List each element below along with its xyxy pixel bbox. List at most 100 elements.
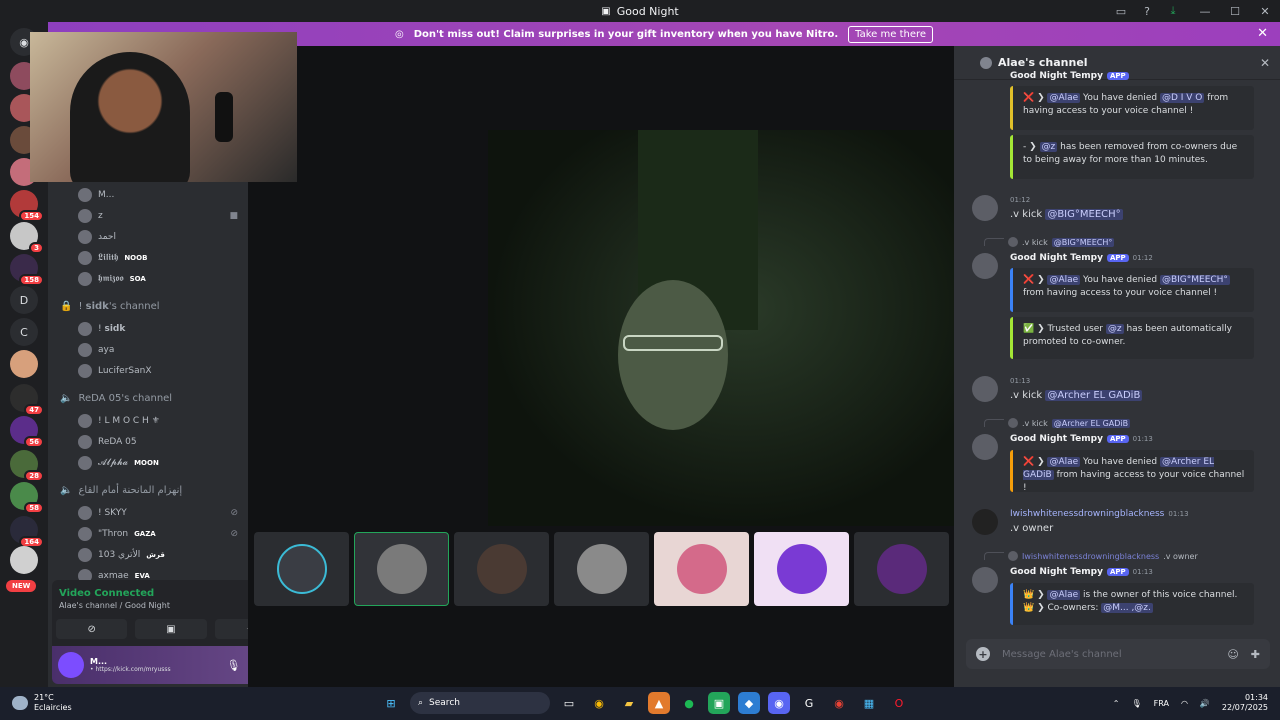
- voice-user[interactable]: ReDA 05: [78, 433, 238, 451]
- unread-badge: 154: [19, 210, 44, 222]
- volume-icon[interactable]: 🔊: [1200, 699, 1210, 708]
- message-author: Iwishwhitenessdrowningblackness 01:13: [1010, 509, 1189, 519]
- reply-preview[interactable]: Iwishwhitenessdrowningblackness .v owner: [984, 551, 1198, 561]
- windows-start-icon[interactable]: ⊞: [380, 692, 402, 714]
- server-icon-5[interactable]: 154: [10, 190, 44, 222]
- inbox-icon[interactable]: ▭: [1114, 4, 1128, 18]
- opera-icon[interactable]: O: [888, 692, 910, 714]
- participant-tile[interactable]: [254, 532, 349, 606]
- help-icon[interactable]: ?: [1140, 4, 1154, 18]
- weather-cloud-icon: [12, 696, 28, 710]
- take-me-there-button[interactable]: Take me there: [848, 25, 934, 43]
- app-badge: APP: [1106, 568, 1129, 576]
- participant-tile[interactable]: [554, 532, 649, 606]
- participant-tile[interactable]: [754, 532, 849, 606]
- unread-badge: 158: [19, 274, 44, 286]
- server-icon-14[interactable]: [10, 546, 38, 574]
- banner-close-icon[interactable]: ✕: [1257, 26, 1268, 41]
- app-icon[interactable]: ▣: [708, 692, 730, 714]
- chrome-icon[interactable]: ◉: [588, 692, 610, 714]
- server-icon-10[interactable]: 56: [10, 416, 44, 448]
- server-icon-12[interactable]: 58: [10, 482, 44, 514]
- server-letter-d[interactable]: D: [10, 286, 38, 314]
- avatar[interactable]: [972, 195, 998, 221]
- server-icon-11[interactable]: 28: [10, 450, 44, 482]
- avatar[interactable]: [972, 509, 998, 535]
- file-explorer-icon[interactable]: ▰: [618, 692, 640, 714]
- bot-avatar[interactable]: [972, 253, 998, 279]
- voice-user[interactable]: 𝖍𝖒𝖎𝖟𝖔𝖔 SOA: [78, 270, 238, 288]
- voice-user[interactable]: LuciferSanX: [78, 362, 238, 380]
- reply-preview[interactable]: .v kick @BIG°MEECH°: [984, 237, 1115, 247]
- message-author: Good Night Tempy APP: [1010, 71, 1129, 81]
- server-icon-8[interactable]: [10, 350, 38, 378]
- voice-user[interactable]: z ■: [78, 207, 238, 225]
- voice-user[interactable]: ! 𝘀𝗶𝗱𝗸: [78, 320, 238, 338]
- reply-preview[interactable]: .v kick @Archer EL GADiB: [984, 418, 1131, 428]
- main-video-feed[interactable]: [488, 130, 954, 526]
- voice-user[interactable]: "Thron GAZA ⊘: [78, 525, 238, 543]
- bot-avatar[interactable]: [972, 434, 998, 460]
- app-icon[interactable]: ▲: [648, 692, 670, 714]
- close-button[interactable]: ✕: [1250, 0, 1280, 22]
- avatar: [78, 548, 92, 562]
- voice-channel-arabic[interactable]: 🔈 إنهزام المانحنة أمام القاع: [60, 482, 240, 498]
- gamepad-icon[interactable]: ✚: [1251, 648, 1260, 661]
- voice-user[interactable]: الأتري 103 قرش: [78, 546, 238, 564]
- voice-user[interactable]: 𝕷𝖎𝖑𝖎𝖙𝖍 NOOB: [78, 249, 238, 267]
- user-tag: EVA: [134, 572, 150, 580]
- weather-widget[interactable]: 21°C Eclaircies: [12, 693, 72, 713]
- message-composer[interactable]: + Message Alae's channel ☺ ✚: [966, 639, 1270, 669]
- voice-user[interactable]: ! SKYY ⊘: [78, 504, 238, 522]
- close-icon[interactable]: ✕: [1260, 56, 1270, 70]
- minimize-button[interactable]: —: [1190, 0, 1220, 22]
- voice-user[interactable]: 𝓐𝓵𝓹𝓱𝓪 MOON: [78, 454, 238, 472]
- task-view-icon[interactable]: ▭: [558, 692, 580, 714]
- screen-share-button[interactable]: ▣: [135, 619, 207, 639]
- participant-tile[interactable]: [854, 532, 949, 606]
- camera-icon: ■: [229, 211, 238, 221]
- wifi-icon[interactable]: ◠: [1181, 699, 1188, 708]
- app-icon[interactable]: ◆: [738, 692, 760, 714]
- camera-off-button[interactable]: ⊘: [56, 619, 128, 639]
- voice-user[interactable]: aya: [78, 341, 238, 359]
- mic-icon[interactable]: 🎙: [226, 659, 240, 672]
- participant-tile[interactable]: [354, 532, 449, 606]
- user-tag: قرش: [146, 551, 165, 559]
- server-icon-13[interactable]: 164: [10, 516, 44, 548]
- voice-channel-path[interactable]: Alae's channel / Good Night: [59, 601, 170, 610]
- bot-avatar[interactable]: [972, 567, 998, 593]
- camera-off-icon: [276, 544, 327, 594]
- server-icon-9[interactable]: 47: [10, 384, 44, 416]
- server-icon-6[interactable]: 3: [10, 222, 44, 254]
- voice-channel-reda[interactable]: 🔈 ReDA 05's channel: [60, 390, 240, 406]
- avatar: [78, 272, 92, 286]
- voice-channel-sidk[interactable]: 🔒! 𝘀𝗶𝗱𝗸's channel: [60, 298, 240, 314]
- app-icon[interactable]: ▦: [858, 692, 880, 714]
- mic-icon[interactable]: 🎙: [1131, 699, 1141, 708]
- new-badge[interactable]: NEW: [6, 580, 37, 592]
- message-text: .v kick @BIG°MEECH°: [1010, 209, 1123, 220]
- maximize-button[interactable]: ☐: [1220, 0, 1250, 22]
- voice-user[interactable]: احمد: [78, 228, 238, 246]
- spotify-icon[interactable]: ●: [678, 692, 700, 714]
- server-letter-c[interactable]: C: [10, 318, 38, 346]
- discord-icon[interactable]: ◉: [768, 692, 790, 714]
- participant-tile[interactable]: [654, 532, 749, 606]
- download-icon[interactable]: ⤓: [1166, 4, 1180, 18]
- participant-tile[interactable]: [454, 532, 549, 606]
- speaker-icon: 🔈: [60, 392, 73, 404]
- avatar[interactable]: [972, 376, 998, 402]
- emoji-icon[interactable]: ☺: [1227, 648, 1238, 661]
- voice-user[interactable]: ! L M O C H ⚜: [78, 412, 238, 430]
- message-input[interactable]: Message Alae's channel: [1002, 649, 1122, 660]
- clock[interactable]: 01:34 22/07/2025: [1222, 693, 1268, 713]
- search-box[interactable]: ⌕ Search: [410, 692, 550, 714]
- app-icon[interactable]: G: [798, 692, 820, 714]
- voice-user[interactable]: M...: [78, 186, 238, 204]
- chrome-icon[interactable]: ◉: [828, 692, 850, 714]
- server-icon-7[interactable]: 158: [10, 254, 44, 286]
- add-attachment-icon[interactable]: +: [976, 647, 990, 661]
- chevron-up-icon[interactable]: ⌃: [1113, 699, 1120, 708]
- avatar[interactable]: [58, 652, 84, 678]
